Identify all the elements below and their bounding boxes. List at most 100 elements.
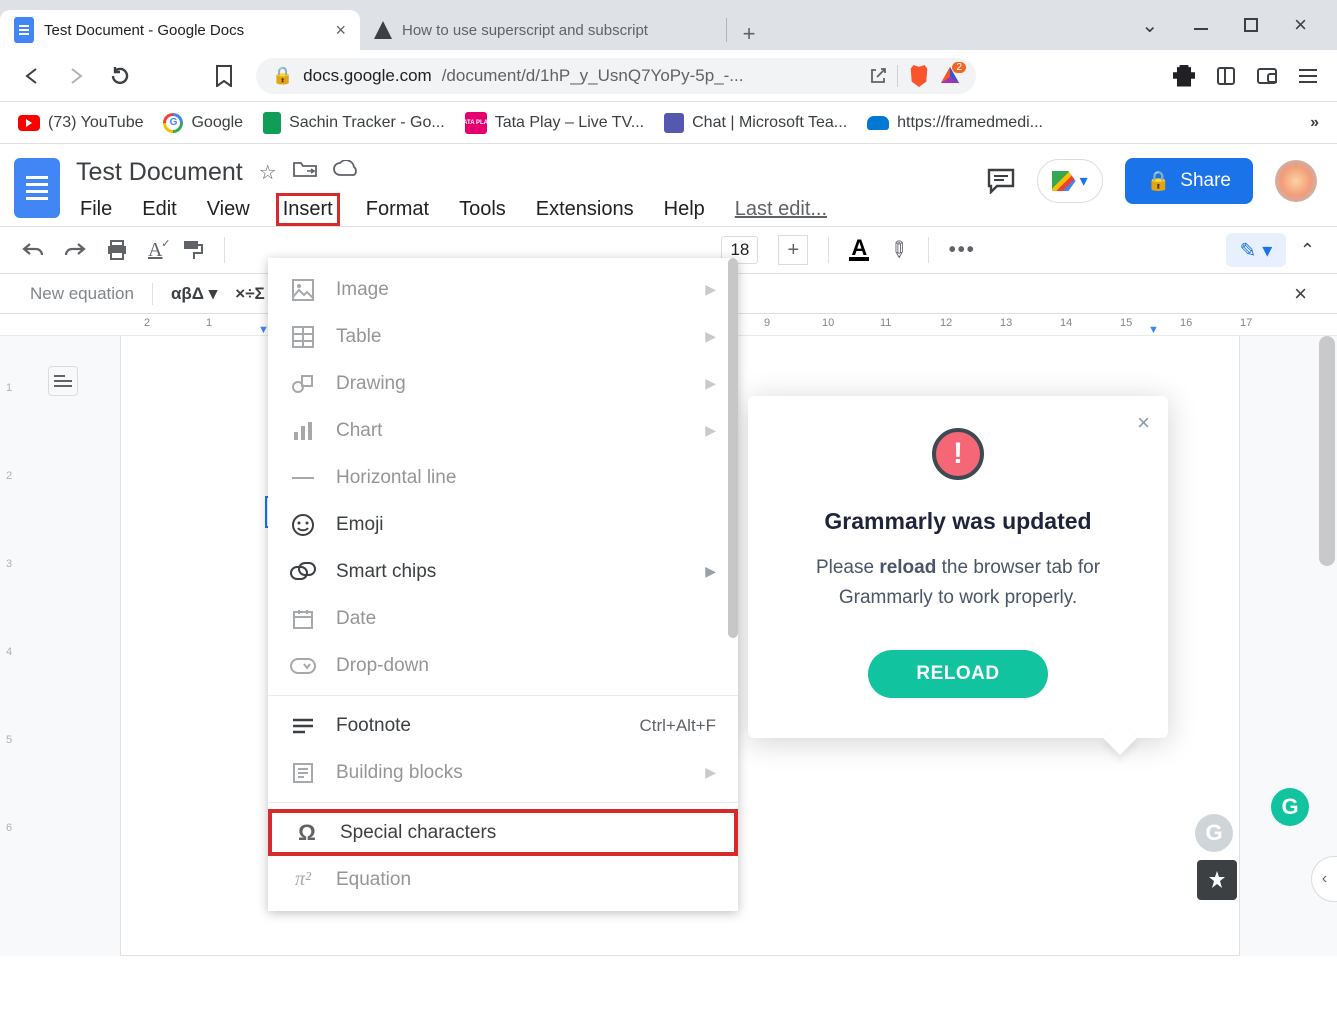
browser-menu-icon[interactable]	[1299, 69, 1317, 83]
menu-item-drawing[interactable]: Drawing▶	[268, 360, 738, 407]
grammarly-close-icon[interactable]: ×	[1137, 410, 1150, 436]
menu-last-edit[interactable]: Last edit...	[731, 196, 831, 223]
menu-item-label: Drop-down	[336, 655, 429, 677]
equation-bar-close-icon[interactable]: ×	[1294, 281, 1307, 307]
menu-help[interactable]: Help	[660, 196, 709, 223]
window-maximize-icon[interactable]	[1244, 18, 1258, 32]
wallet-icon[interactable]	[1257, 68, 1277, 84]
menu-item-equation[interactable]: π²Equation	[268, 856, 738, 903]
url-bar[interactable]: 🔒 docs.google.com/document/d/1hP_y_UsnQ7…	[256, 58, 976, 94]
window-minimize-icon[interactable]	[1194, 28, 1208, 30]
tab-title: Test Document - Google Docs	[44, 22, 244, 39]
menu-format[interactable]: Format	[362, 196, 433, 223]
text-color-icon[interactable]: A	[849, 239, 869, 261]
menu-item-building-blocks[interactable]: Building blocks▶	[268, 749, 738, 796]
grammarly-fab-icon[interactable]: G	[1271, 788, 1309, 826]
bookmark-item[interactable]: Sachin Tracker - Go...	[263, 112, 445, 134]
document-title[interactable]: Test Document	[76, 158, 243, 187]
print-icon[interactable]	[106, 240, 128, 260]
tab-close-icon[interactable]: ×	[335, 20, 346, 41]
browser-tab-active[interactable]: Test Document - Google Docs ×	[0, 10, 360, 50]
ruler-tick: 1	[206, 317, 212, 329]
sidepanel-icon[interactable]	[1217, 67, 1235, 85]
brave-page-icon	[374, 21, 392, 39]
grammarly-popup: × ! Grammarly was updated Please reload …	[748, 396, 1168, 738]
menu-item-horizontal-line[interactable]: Horizontal line	[268, 454, 738, 501]
right-margin-marker-icon[interactable]: ▼	[1148, 324, 1159, 336]
menu-item-footnote[interactable]: FootnoteCtrl+Alt+F	[268, 702, 738, 749]
star-icon[interactable]: ☆	[259, 160, 277, 185]
building-blocks-icon	[290, 760, 316, 786]
menu-item-label: Horizontal line	[336, 467, 456, 489]
menu-tools[interactable]: Tools	[455, 196, 510, 223]
brave-rewards-icon[interactable]: 2	[940, 66, 960, 86]
back-button[interactable]	[20, 64, 44, 88]
new-equation-button[interactable]: New equation	[30, 284, 134, 304]
editing-mode-button[interactable]: ✎▾	[1226, 233, 1286, 267]
reload-button[interactable]	[108, 64, 132, 88]
account-avatar[interactable]	[1275, 160, 1317, 202]
menu-view[interactable]: View	[203, 196, 254, 223]
menu-shortcut: Ctrl+Alt+F	[639, 716, 716, 736]
toolbar-more-icon[interactable]: •••	[949, 239, 976, 262]
bookmark-label: Tata Play – Live TV...	[495, 114, 644, 132]
menu-item-table[interactable]: Table▶	[268, 313, 738, 360]
bookmark-item[interactable]: Chat | Microsoft Tea...	[664, 113, 847, 133]
explore-button[interactable]	[1197, 860, 1237, 900]
spellcheck-icon[interactable]: A✓	[148, 239, 162, 262]
menu-extensions[interactable]: Extensions	[532, 196, 638, 223]
math-ops-button[interactable]: ×÷Σ	[235, 284, 264, 304]
paint-format-icon[interactable]	[182, 239, 204, 261]
menu-item-image[interactable]: Image▶	[268, 266, 738, 313]
menu-file[interactable]: File	[76, 196, 116, 223]
highlight-color-icon[interactable]: ✎	[883, 234, 914, 265]
bookmarks-overflow-icon[interactable]: »	[1310, 114, 1319, 132]
url-path: /document/d/1hP_y_UsnQ7YoPy-5p_-...	[442, 66, 744, 86]
undo-icon[interactable]	[22, 241, 44, 259]
browser-tab-background[interactable]: How to use superscript and subscript	[360, 10, 720, 50]
outline-toggle-icon[interactable]	[48, 366, 78, 396]
menu-insert[interactable]: Insert	[276, 193, 340, 226]
grammarly-reload-button[interactable]: RELOAD	[868, 650, 1047, 698]
page-scrollbar[interactable]	[1319, 336, 1335, 566]
tablist-chevron-icon[interactable]: ⌄	[1141, 13, 1158, 38]
ruler-tick: 3	[6, 558, 12, 570]
window-close-icon[interactable]: ×	[1294, 12, 1307, 38]
ruler-tick: 12	[940, 317, 952, 329]
comment-history-icon[interactable]	[987, 168, 1015, 194]
bookmarks-bar: (73) YouTube Google Sachin Tracker - Go.…	[0, 102, 1337, 144]
cloud-status-icon[interactable]	[333, 160, 359, 185]
extensions-icon[interactable]	[1173, 65, 1195, 87]
brave-shield-icon[interactable]	[908, 64, 930, 88]
menu-item-date[interactable]: Date	[268, 595, 738, 642]
menu-item-emoji[interactable]: Emoji	[268, 501, 738, 548]
grammarly-disabled-icon[interactable]: G	[1195, 814, 1233, 852]
menu-item-chart[interactable]: Chart▶	[268, 407, 738, 454]
redo-icon[interactable]	[64, 241, 86, 259]
bookmark-item[interactable]: https://framedmedi...	[867, 114, 1043, 132]
bookmark-label: (73) YouTube	[48, 114, 143, 132]
menu-edit[interactable]: Edit	[138, 196, 180, 223]
menu-item-special-characters[interactable]: ΩSpecial characters	[268, 809, 738, 856]
share-button[interactable]: 🔒Share	[1125, 158, 1253, 204]
share-url-icon[interactable]	[869, 67, 887, 85]
font-size-plus[interactable]: +	[778, 235, 808, 265]
move-icon[interactable]	[293, 160, 317, 185]
bookmark-item[interactable]: TATA PLAYTata Play – Live TV...	[465, 112, 644, 134]
menu-item-label: Drawing	[336, 373, 406, 395]
meet-button[interactable]: ▾	[1037, 159, 1103, 203]
bookmark-icon[interactable]	[212, 64, 236, 88]
tab-title: How to use superscript and subscript	[402, 22, 648, 39]
new-tab-button[interactable]: +	[733, 18, 765, 50]
share-label: Share	[1180, 170, 1231, 192]
bookmark-item[interactable]: (73) YouTube	[18, 114, 143, 132]
forward-button[interactable]	[64, 64, 88, 88]
collapse-toolbar-icon[interactable]: ⌃	[1300, 240, 1315, 261]
docs-logo-icon[interactable]	[14, 158, 60, 218]
menu-item-smart-chips[interactable]: Smart chips▶	[268, 548, 738, 595]
menu-item-dropdown[interactable]: Drop-down	[268, 642, 738, 689]
greek-letters-button[interactable]: αβΔ ▾	[171, 284, 217, 304]
bookmark-item[interactable]: Google	[163, 113, 243, 133]
sheets-icon	[263, 112, 281, 134]
side-panel-expand-icon[interactable]: ‹	[1311, 856, 1337, 902]
